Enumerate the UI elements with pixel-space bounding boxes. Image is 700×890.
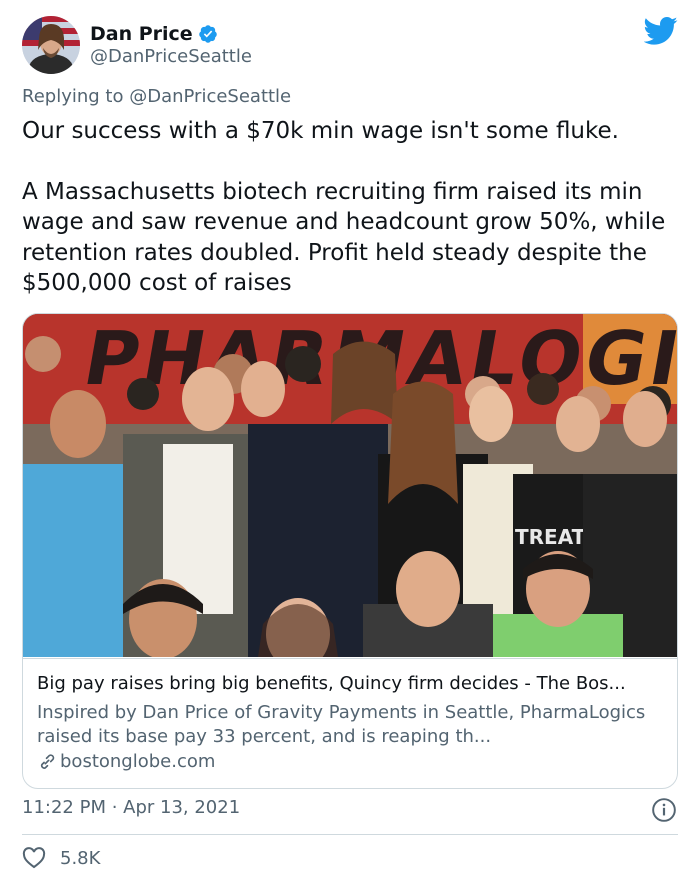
like-count: 5.8K <box>60 847 101 869</box>
divider <box>22 834 678 835</box>
display-name[interactable]: Dan Price <box>90 23 193 45</box>
author-handle[interactable]: @DanPriceSeattle <box>90 46 252 67</box>
link-icon <box>40 753 55 769</box>
card-title[interactable]: Big pay raises bring big benefits, Quinc… <box>37 673 667 694</box>
info-icon[interactable] <box>651 797 677 823</box>
verified-badge-icon <box>198 25 217 43</box>
replying-to-handle[interactable]: @DanPriceSeattle <box>129 86 291 107</box>
card-domain[interactable]: bostonglobe.com <box>37 751 215 772</box>
replying-to-prefix: Replying to <box>22 86 130 107</box>
tweet-header: Dan Price @DanPriceSeattle <box>22 16 678 76</box>
tweet-paragraph: Our success with a $70k min wage isn't s… <box>22 118 619 144</box>
tweet-text: Our success with a $70k min wage isn't s… <box>22 116 682 299</box>
twitter-bird-icon[interactable] <box>644 16 678 46</box>
avatar[interactable] <box>22 16 80 74</box>
like-action[interactable]: 5.8K <box>22 847 100 869</box>
card-body[interactable]: Big pay raises bring big benefits, Quinc… <box>23 658 677 788</box>
heart-icon[interactable] <box>22 847 46 869</box>
tweet-paragraph: A Massachusetts biotech recruiting firm … <box>22 178 666 297</box>
replying-to: Replying to @DanPriceSeattle <box>22 86 291 107</box>
card-description: Inspired by Dan Price of Gravity Payment… <box>37 702 646 747</box>
tweet-timestamp[interactable]: 11:22 PM · Apr 13, 2021 <box>22 797 240 818</box>
shirt-text: TREAT <box>515 525 586 549</box>
name-row: Dan Price <box>90 23 218 45</box>
card-image[interactable]: PHARMALOGICS TREAT <box>23 314 677 657</box>
link-preview-card[interactable]: PHARMALOGICS TREAT <box>22 313 678 789</box>
card-domain-text: bostonglobe.com <box>60 751 216 772</box>
